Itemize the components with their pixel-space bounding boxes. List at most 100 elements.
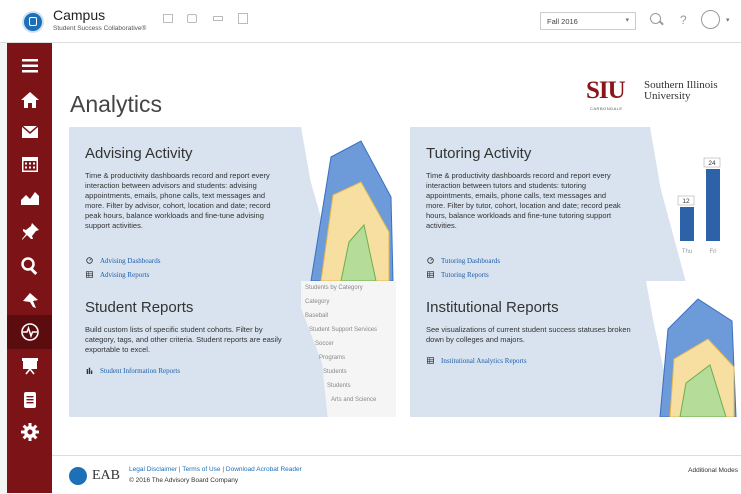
table-icon xyxy=(427,357,434,364)
student-reports-card[interactable]: Students by Category Category Baseball S… xyxy=(69,281,396,417)
bar-thu xyxy=(680,207,694,241)
bar-chart-icon xyxy=(86,367,93,374)
additional-modes-link[interactable]: Additional Modes xyxy=(688,467,738,474)
eab-logo-icon xyxy=(69,467,87,485)
presentation-icon xyxy=(21,358,38,375)
university-logo: SIU CARBONDALE Southern Illinois Univers… xyxy=(586,77,718,111)
tutoring-reports-link[interactable]: Tutoring Reports xyxy=(426,271,489,279)
advising-area-chart xyxy=(310,140,394,281)
advising-card-description: Time & productivity dashboards record an… xyxy=(85,171,271,230)
institutional-area-chart xyxy=(659,298,737,417)
avatar[interactable] xyxy=(701,10,720,29)
student-information-reports-label: Student Information Reports xyxy=(100,367,181,375)
tutoring-reports-label: Tutoring Reports xyxy=(441,271,489,279)
avatar-chevron-down-icon[interactable]: ▾ xyxy=(726,16,730,24)
university-campus: CARBONDALE xyxy=(590,106,623,111)
institutional-analytics-reports-link[interactable]: Institutional Analytics Reports xyxy=(426,357,527,365)
institutional-reports-card[interactable]: Institutional Reports See visualizations… xyxy=(410,281,739,417)
calendar-icon xyxy=(21,157,38,172)
pulse-icon xyxy=(20,323,39,341)
gear-icon xyxy=(20,423,39,441)
sidebar-item-settings[interactable] xyxy=(7,415,52,449)
tutoring-dashboards-link[interactable]: Tutoring Dashboards xyxy=(426,257,500,265)
term-select[interactable]: Fall 2016 ▾ xyxy=(540,12,636,30)
sidebar-item-pin[interactable] xyxy=(7,215,52,249)
sidebar-item-menu[interactable] xyxy=(7,49,52,83)
table-icon xyxy=(427,271,434,278)
list-item: Students by Category xyxy=(305,285,363,291)
list-item: Student Support Services xyxy=(309,327,378,333)
sidebar-item-presentation[interactable] xyxy=(7,349,52,383)
bar-label-thu: 12 xyxy=(682,198,690,205)
university-name: Southern Illinois University xyxy=(644,80,718,102)
student-category-list: Students by Category Category Baseball S… xyxy=(305,281,377,407)
help-icon[interactable]: ? xyxy=(680,13,687,27)
footer: EAB Legal Disclaimer | Terms of Use | Do… xyxy=(52,455,741,494)
university-mark: SIU xyxy=(586,77,626,104)
student-card-title: Student Reports xyxy=(85,299,194,316)
tutoring-activity-card[interactable]: 12 24 Thu Fri Tutoring Activity Time & p… xyxy=(410,127,739,281)
advising-dashboards-link[interactable]: Advising Dashboards xyxy=(85,257,160,265)
list-item: Students xyxy=(327,383,351,389)
table-icon xyxy=(86,271,93,278)
footer-links: Legal Disclaimer | Terms of Use | Downlo… xyxy=(129,466,302,473)
sidebar-item-analytics[interactable] xyxy=(7,315,52,349)
calendar-icon[interactable] xyxy=(238,13,248,24)
campus-logo-icon[interactable] xyxy=(22,11,44,33)
top-bar: Campus Student Success Collaborative® Fa… xyxy=(0,0,741,43)
sidebar-item-document[interactable] xyxy=(7,383,52,417)
main-content: Analytics SIU CARBONDALE Southern Illino… xyxy=(52,43,741,493)
sidebar-item-home[interactable] xyxy=(7,83,52,117)
page-title: Analytics xyxy=(70,91,163,117)
advising-activity-card[interactable]: Advising Activity Time & productivity da… xyxy=(69,127,396,281)
sidebar-item-calendar[interactable] xyxy=(7,147,52,181)
pin-icon xyxy=(21,223,39,240)
area-chart-icon xyxy=(20,192,39,205)
university-name-line2: University xyxy=(644,90,691,102)
advising-dashboards-label: Advising Dashboards xyxy=(100,257,161,265)
list-item: Students xyxy=(323,369,347,375)
dashboard-icon xyxy=(86,257,93,264)
message-icon[interactable] xyxy=(163,14,173,23)
tutoring-bar-chart: 12 24 Thu Fri xyxy=(677,157,721,255)
chevron-down-icon: ▾ xyxy=(625,17,629,24)
list-item: Category xyxy=(305,299,330,305)
search-icon xyxy=(20,257,37,276)
sidebar-item-flag[interactable] xyxy=(7,283,52,317)
list-item: Soccer xyxy=(315,341,334,347)
tutoring-card-title: Tutoring Activity xyxy=(426,145,532,162)
institutional-card-description: See visualizations of current student su… xyxy=(426,325,631,344)
dashboard-icon xyxy=(427,257,434,264)
advising-reports-label: Advising Reports xyxy=(100,271,150,279)
student-card-description: Build custom lists of specific student c… xyxy=(85,325,282,354)
advising-reports-link[interactable]: Advising Reports xyxy=(85,271,149,279)
separator: | xyxy=(222,466,225,473)
home-icon xyxy=(20,92,39,108)
list-item: Baseball xyxy=(305,313,329,319)
sidebar-item-trend[interactable] xyxy=(7,181,52,215)
document-icon xyxy=(23,392,36,408)
tutoring-card-description: Time & productivity dashboards record an… xyxy=(426,171,621,230)
search-icon[interactable] xyxy=(650,13,661,24)
mail-icon xyxy=(21,125,38,138)
tutoring-dashboards-label: Tutoring Dashboards xyxy=(441,257,501,265)
legal-disclaimer-link[interactable]: Legal Disclaimer xyxy=(129,466,177,473)
list-item: Programs xyxy=(319,355,346,361)
axis-label-fri: Fri xyxy=(710,249,717,255)
sidebar-item-mail[interactable] xyxy=(7,115,52,149)
bar-label-fri: 24 xyxy=(708,160,716,167)
student-information-reports-link[interactable]: Student Information Reports xyxy=(85,367,180,375)
transfer-icon[interactable] xyxy=(213,16,223,21)
sidebar-item-search[interactable] xyxy=(7,249,52,283)
copyright: © 2016 The Advisory Board Company xyxy=(129,477,239,484)
sidebar xyxy=(7,43,52,493)
app-subtitle: Student Success Collaborative® xyxy=(53,25,147,32)
download-acrobat-link[interactable]: Download Acrobat Reader xyxy=(226,466,302,473)
institutional-analytics-reports-label: Institutional Analytics Reports xyxy=(441,357,527,365)
eab-brand: EAB xyxy=(92,468,120,483)
bar-fri xyxy=(706,169,720,241)
building-icon[interactable] xyxy=(187,14,197,23)
hamburger-icon xyxy=(21,59,38,73)
terms-of-use-link[interactable]: Terms of Use xyxy=(182,466,220,473)
term-select-value: Fall 2016 xyxy=(547,17,578,26)
